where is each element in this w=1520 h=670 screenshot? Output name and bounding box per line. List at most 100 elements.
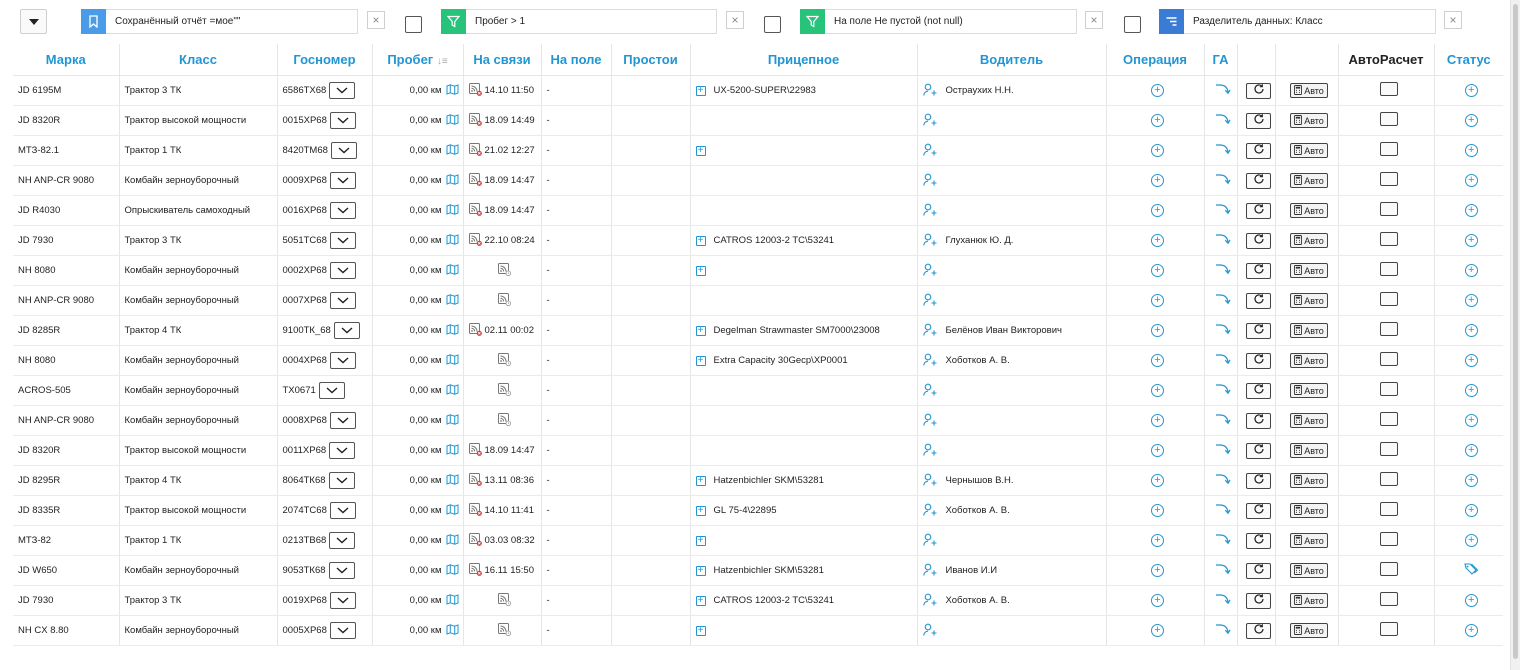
autocalc-button[interactable] (1379, 202, 1398, 216)
map-icon[interactable] (446, 563, 459, 578)
ga-arrow-icon[interactable] (1215, 144, 1231, 158)
column-header-mileage[interactable]: Пробег ↓≡ (371, 44, 463, 76)
plate-dropdown-button[interactable] (333, 322, 360, 339)
plate-dropdown-button[interactable] (328, 472, 355, 489)
refresh-button[interactable] (1246, 232, 1271, 249)
add-operation-button[interactable]: + (1151, 624, 1164, 637)
column-header-ga[interactable]: ГА (1203, 44, 1237, 76)
status-tag-icon[interactable] (1464, 563, 1479, 578)
autocalc-button[interactable] (1379, 262, 1398, 276)
table-row[interactable]: JD 7930 Трактор 3 ТК 0019ХР68 0,00 км - + CATR… (13, 585, 1503, 616)
add-operation-button[interactable]: + (1151, 534, 1164, 547)
autocalc-button[interactable] (1379, 232, 1398, 246)
assign-driver-icon[interactable] (922, 563, 938, 579)
ga-arrow-icon[interactable] (1215, 354, 1231, 368)
assign-driver-icon[interactable] (922, 533, 938, 549)
add-status-button[interactable]: + (1464, 444, 1478, 457)
ga-arrow-icon[interactable] (1215, 624, 1231, 638)
ga-arrow-icon[interactable] (1215, 204, 1231, 218)
add-status-button[interactable]: + (1464, 204, 1478, 217)
add-status-button[interactable]: + (1464, 384, 1478, 397)
table-row[interactable]: NH ANP-CR 9080 Комбайн зерноуборочный 0007… (13, 285, 1503, 316)
add-status-button[interactable]: + (1464, 324, 1478, 337)
scrollbar-thumb[interactable] (1513, 4, 1518, 659)
auto-button[interactable]: Авто (1290, 173, 1328, 188)
ga-arrow-icon[interactable] (1215, 504, 1231, 518)
refresh-button[interactable] (1246, 532, 1271, 549)
add-trailer-button[interactable]: + (695, 265, 706, 276)
add-operation-button[interactable]: + (1151, 84, 1164, 97)
autocalc-button[interactable] (1379, 562, 1398, 576)
plate-dropdown-button[interactable] (329, 532, 356, 549)
refresh-button[interactable] (1246, 112, 1271, 129)
filter-chip-remove-button[interactable]: × (726, 11, 744, 29)
filter-chip-in-field[interactable]: На поле Не пустой (not null) (800, 9, 1077, 34)
add-trailer-button[interactable]: + (695, 505, 706, 516)
add-operation-button[interactable]: + (1151, 354, 1164, 367)
assign-driver-icon[interactable] (922, 353, 938, 369)
refresh-button[interactable] (1246, 82, 1271, 99)
add-trailer-button[interactable]: + (695, 475, 706, 486)
vertical-scrollbar[interactable] (1510, 0, 1520, 670)
table-row[interactable]: NH ANP-CR 9080 Комбайн зерноуборочный 0008… (13, 405, 1503, 436)
table-row[interactable]: NH 8080 Комбайн зерноуборочный 0004ХР68 0,0… (13, 345, 1503, 376)
autocalc-button[interactable] (1379, 412, 1398, 426)
assign-driver-icon[interactable] (922, 323, 938, 339)
auto-button[interactable]: Авто (1290, 263, 1328, 278)
add-operation-button[interactable]: + (1151, 414, 1164, 427)
column-header-brand[interactable]: Марка (13, 44, 119, 76)
refresh-button[interactable] (1246, 622, 1271, 639)
plate-dropdown-button[interactable] (329, 502, 356, 519)
filter-chip-mileage[interactable]: Пробег > 1 (441, 9, 717, 34)
plate-dropdown-button[interactable] (318, 382, 345, 399)
refresh-button[interactable] (1246, 412, 1271, 429)
add-status-button[interactable]: + (1464, 624, 1478, 637)
map-icon[interactable] (446, 353, 459, 368)
add-status-button[interactable]: + (1464, 414, 1478, 427)
add-status-button[interactable]: + (1464, 474, 1478, 487)
table-row[interactable]: МТЗ-82.1 Трактор 1 ТК 8420ТМ68 0,00 км 21.02… (13, 135, 1503, 166)
add-status-button[interactable]: + (1464, 504, 1478, 517)
ga-arrow-icon[interactable] (1215, 234, 1231, 248)
filter-toggle-checkbox[interactable] (405, 16, 422, 33)
plate-dropdown-button[interactable] (329, 622, 356, 639)
add-trailer-button[interactable]: + (695, 325, 706, 336)
table-row[interactable]: JD R4030 Опрыскиватель самоходный 0016ХР68… (13, 195, 1503, 226)
add-operation-button[interactable]: + (1151, 204, 1164, 217)
auto-button[interactable]: Авто (1290, 203, 1328, 218)
add-status-button[interactable]: + (1464, 144, 1478, 157)
filter-chip-saved-report[interactable]: Сохранённый отчёт =мое"" (81, 9, 358, 34)
ga-arrow-icon[interactable] (1215, 534, 1231, 548)
ga-arrow-icon[interactable] (1215, 294, 1231, 308)
plate-dropdown-button[interactable] (328, 562, 355, 579)
assign-driver-icon[interactable] (922, 203, 938, 219)
refresh-button[interactable] (1246, 202, 1271, 219)
auto-button[interactable]: Авто (1290, 233, 1328, 248)
refresh-button[interactable] (1246, 502, 1271, 519)
autocalc-button[interactable] (1379, 292, 1398, 306)
add-trailer-button[interactable]: + (695, 595, 706, 606)
ga-arrow-icon[interactable] (1215, 114, 1231, 128)
assign-driver-icon[interactable] (922, 113, 938, 129)
auto-button[interactable]: Авто (1290, 593, 1328, 608)
add-operation-button[interactable]: + (1151, 474, 1164, 487)
autocalc-button[interactable] (1379, 442, 1398, 456)
autocalc-button[interactable] (1379, 82, 1398, 96)
ga-arrow-icon[interactable] (1215, 474, 1231, 488)
table-row[interactable]: JD 6195M Трактор 3 ТК 6586ТХ68 0,00 км 14.10… (13, 75, 1503, 106)
autocalc-button[interactable] (1379, 172, 1398, 186)
column-header-status[interactable]: Статус (1433, 44, 1503, 76)
column-header-operation[interactable]: Операция (1105, 44, 1204, 76)
column-header-plate[interactable]: Госномер (276, 44, 372, 76)
map-icon[interactable] (446, 533, 459, 548)
table-row[interactable]: JD 7930 Трактор 3 ТК 5051ТС68 0,00 км 22.10 … (13, 225, 1503, 256)
refresh-button[interactable] (1246, 262, 1271, 279)
assign-driver-icon[interactable] (922, 383, 938, 399)
add-status-button[interactable]: + (1464, 114, 1478, 127)
plate-dropdown-button[interactable] (329, 352, 356, 369)
plate-dropdown-button[interactable] (329, 442, 356, 459)
refresh-button[interactable] (1246, 352, 1271, 369)
table-row[interactable]: NH ANP-CR 9080 Комбайн зерноуборочный 0009… (13, 165, 1503, 196)
assign-driver-icon[interactable] (922, 443, 938, 459)
add-trailer-button[interactable]: + (695, 625, 706, 636)
